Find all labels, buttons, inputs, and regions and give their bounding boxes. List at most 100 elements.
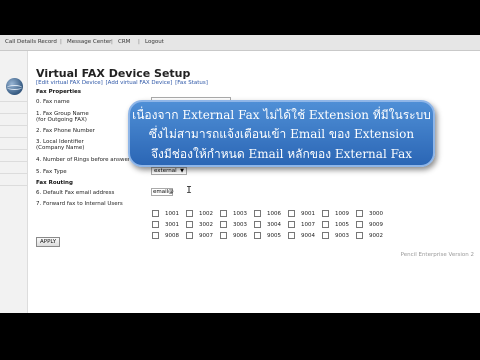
- sidebar-divider: [0, 173, 27, 174]
- extension-number: 9009: [369, 221, 383, 228]
- extension-checkbox[interactable]: [254, 232, 261, 239]
- extension-option[interactable]: 9006: [220, 232, 247, 239]
- default-email-label: 6. Default Fax email address: [36, 190, 115, 196]
- extension-checkbox[interactable]: [322, 221, 329, 228]
- extension-option[interactable]: 9001: [288, 210, 315, 217]
- app-screen: Call Details Record | Message Center | C…: [0, 35, 480, 313]
- extension-option[interactable]: 1006: [254, 210, 281, 217]
- extension-option[interactable]: 1009: [322, 210, 349, 217]
- fax-status-link[interactable]: [Fax Status]: [175, 80, 208, 86]
- extension-number: 1005: [335, 221, 349, 228]
- extension-number: 9008: [165, 232, 179, 239]
- extension-option[interactable]: 9003: [322, 232, 349, 239]
- extension-option[interactable]: 1003: [220, 210, 247, 217]
- sidebar-divider: [0, 113, 27, 114]
- extension-option[interactable]: 9005: [254, 232, 281, 239]
- apply-button[interactable]: APPLY: [36, 237, 61, 247]
- extension-checkbox[interactable]: [220, 210, 227, 217]
- nav-logout[interactable]: Logout: [145, 39, 164, 45]
- extension-checkbox[interactable]: [288, 210, 295, 217]
- left-sidebar: [0, 51, 28, 313]
- extension-checkbox[interactable]: [186, 221, 193, 228]
- sidebar-divider: [0, 161, 27, 162]
- add-fax-device-link[interactable]: [Add virtual FAX Device]: [106, 80, 173, 86]
- extension-checkbox[interactable]: [220, 232, 227, 239]
- extension-option[interactable]: 1001: [152, 210, 179, 217]
- callout-line-3: จึงมีช่องให้กำหนด Email หลักของ External…: [150, 147, 413, 161]
- text-cursor-icon: I: [186, 185, 193, 196]
- fax-type-label: 5. Fax Type: [36, 169, 67, 175]
- extension-option[interactable]: 1002: [186, 210, 213, 217]
- extension-checkbox[interactable]: [288, 221, 295, 228]
- default-email-input[interactable]: email@: [151, 188, 174, 196]
- extension-checkbox[interactable]: [186, 232, 193, 239]
- extension-number: 9004: [301, 232, 315, 239]
- nav-separator: |: [111, 39, 113, 45]
- sidebar-divider: [0, 125, 27, 126]
- extension-option[interactable]: 9002: [356, 232, 383, 239]
- extension-option[interactable]: 1007: [288, 221, 315, 228]
- rings-before-answer-label: 4. Number of Rings before answer: [36, 157, 131, 163]
- page-title: Virtual FAX Device Setup: [36, 67, 191, 80]
- callout-line-1: เนื่องจาก External Fax ไม่ได้ใช้ Extensi…: [132, 108, 431, 122]
- extension-checkbox[interactable]: [152, 232, 159, 239]
- extension-checkbox[interactable]: [152, 221, 159, 228]
- extension-number: 9003: [335, 232, 349, 239]
- dropdown-arrow-icon: ▼: [180, 168, 184, 174]
- extension-option[interactable]: 9004: [288, 232, 315, 239]
- extension-option[interactable]: 3000: [356, 210, 383, 217]
- extension-number: 3004: [267, 221, 281, 228]
- sidebar-divider: [0, 137, 27, 138]
- nav-crm[interactable]: CRM: [118, 39, 130, 45]
- extension-checkbox[interactable]: [356, 232, 363, 239]
- extension-checkbox[interactable]: [322, 210, 329, 217]
- extension-number: 1002: [199, 210, 213, 217]
- extension-number: 1003: [233, 210, 247, 217]
- extension-option[interactable]: 1005: [322, 221, 349, 228]
- extension-option[interactable]: 3003: [220, 221, 247, 228]
- nav-separator: |: [138, 39, 140, 45]
- fax-phone-number-label: 2. Fax Phone Number: [36, 128, 95, 134]
- forward-fax-label: 7. Forward fax to Internal Users: [36, 201, 123, 207]
- extension-option[interactable]: 3001: [152, 221, 179, 228]
- extension-checkbox[interactable]: [322, 232, 329, 239]
- footer-version: Pencil Enterprise Version 2: [400, 252, 474, 258]
- extension-number: 9001: [301, 210, 315, 217]
- extension-number: 1001: [165, 210, 179, 217]
- extension-checkbox[interactable]: [288, 232, 295, 239]
- fax-type-select[interactable]: external ▼: [151, 167, 187, 175]
- extension-number: 9007: [199, 232, 213, 239]
- page-links: [Edit virtual FAX Device] [Add virtual F…: [36, 80, 209, 86]
- extension-number: 3003: [233, 221, 247, 228]
- extension-number: 3001: [165, 221, 179, 228]
- fax-properties-heading: Fax Properties: [36, 89, 82, 95]
- extension-checkbox[interactable]: [254, 210, 261, 217]
- extension-number: 9005: [267, 232, 281, 239]
- sidebar-divider: [0, 185, 27, 186]
- callout-line-2: ซึ่งไม่สามารถแจ้งเตือนเข้า Email ของ Ext…: [148, 127, 415, 141]
- fax-name-label: 0. Fax name: [36, 99, 70, 105]
- extension-checkbox[interactable]: [152, 210, 159, 217]
- extension-option[interactable]: 9009: [356, 221, 383, 228]
- extension-checkbox[interactable]: [254, 221, 261, 228]
- top-navigation: Call Details Record | Message Center | C…: [0, 35, 480, 51]
- extension-checkbox[interactable]: [356, 210, 363, 217]
- extension-number: 1006: [267, 210, 281, 217]
- extension-checkbox[interactable]: [220, 221, 227, 228]
- extension-option[interactable]: 3002: [186, 221, 213, 228]
- extension-checkbox[interactable]: [356, 221, 363, 228]
- extension-checkbox[interactable]: [186, 210, 193, 217]
- fax-group-name-sublabel: (for Outgoing FAX): [36, 117, 87, 123]
- nav-call-details-record[interactable]: Call Details Record: [5, 39, 57, 45]
- nav-message-center[interactable]: Message Center: [67, 39, 111, 45]
- extension-option[interactable]: 3004: [254, 221, 281, 228]
- edit-fax-device-link[interactable]: [Edit virtual FAX Device]: [36, 80, 103, 86]
- extension-number: 1007: [301, 221, 315, 228]
- local-identifier-sublabel: (Company Name): [36, 145, 85, 151]
- extension-option[interactable]: 9007: [186, 232, 213, 239]
- fax-type-value: external: [154, 168, 177, 174]
- extension-option[interactable]: 9008: [152, 232, 179, 239]
- globe-icon: [6, 78, 23, 95]
- extension-number: 9002: [369, 232, 383, 239]
- fax-routing-heading: Fax Routing: [36, 180, 73, 186]
